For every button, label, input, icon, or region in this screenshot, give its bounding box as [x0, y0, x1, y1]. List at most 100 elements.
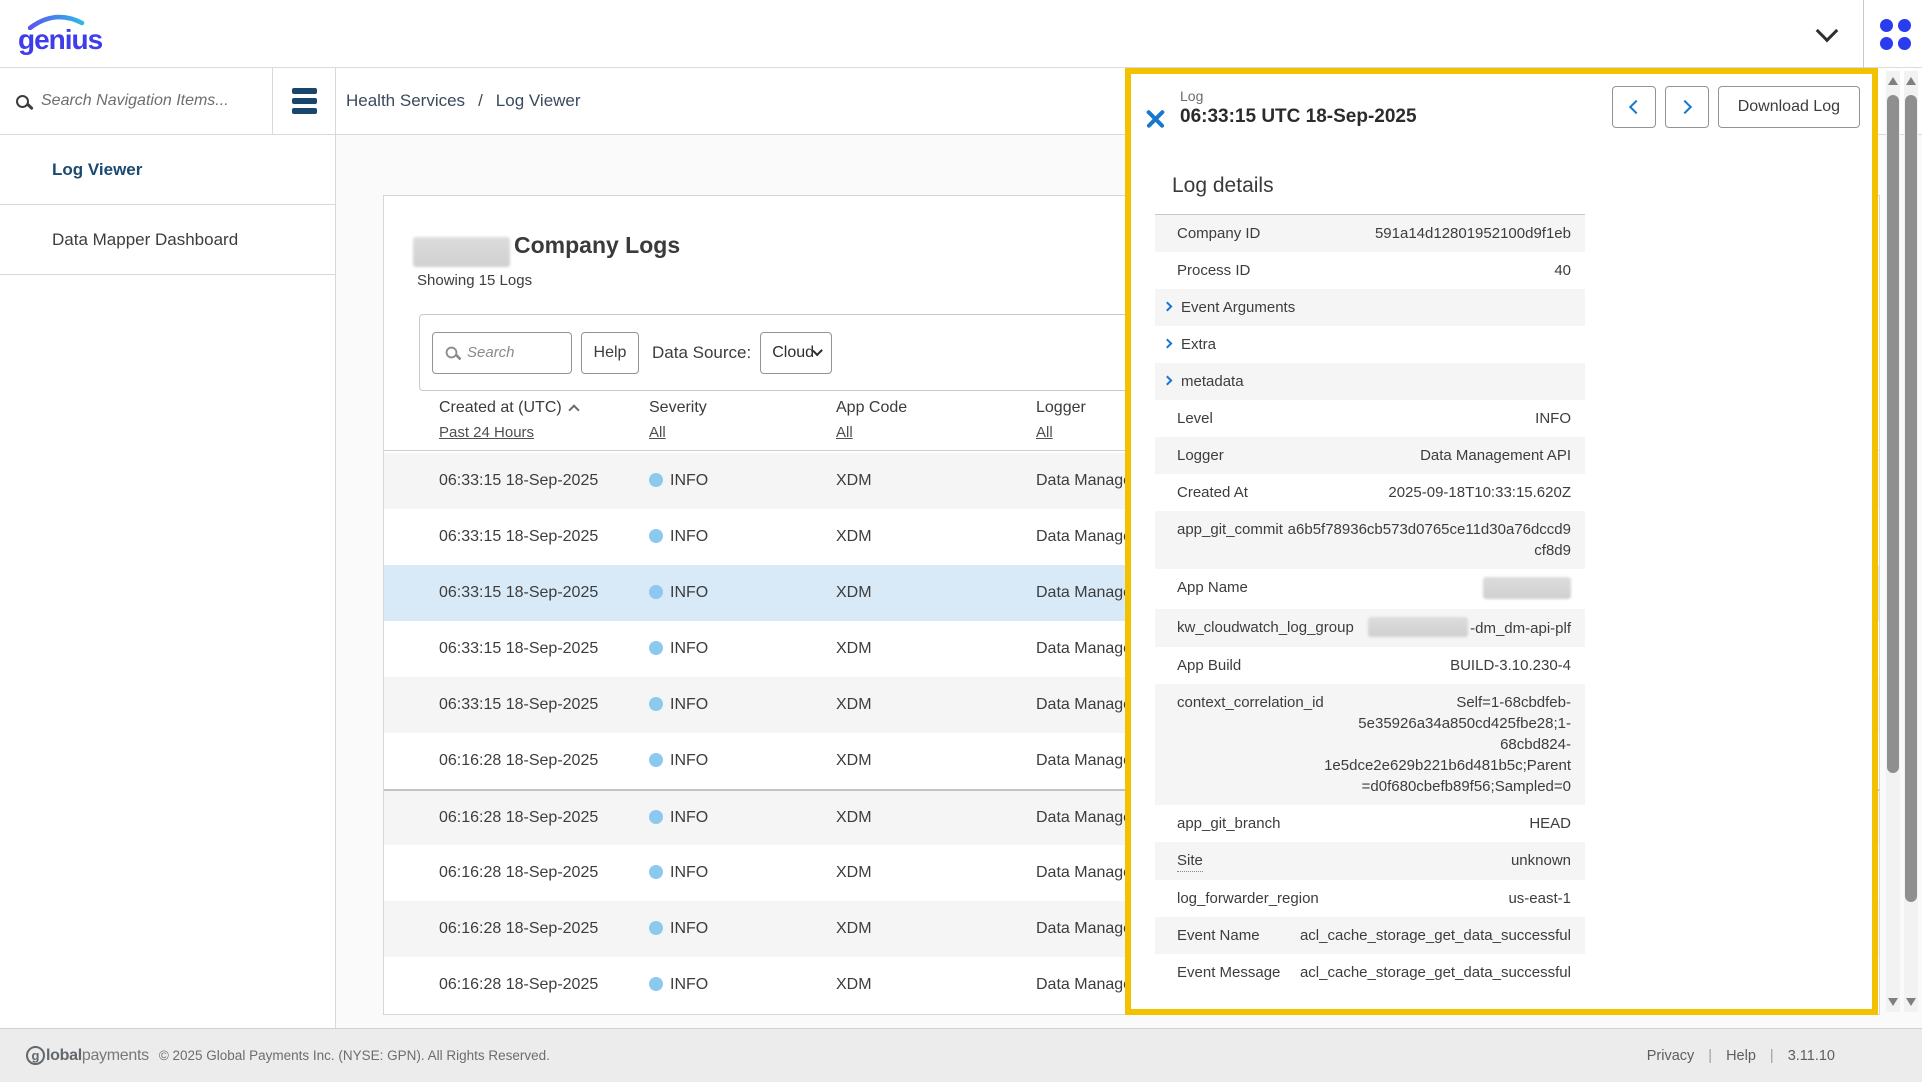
detail-label: app_git_commit	[1177, 519, 1283, 540]
expand-chevron-icon	[1163, 302, 1173, 312]
nav-search-box	[0, 68, 273, 134]
severity-info-dot-icon	[649, 529, 663, 543]
detail-label: Event Message	[1177, 962, 1280, 983]
detail-row: Company ID591a14d12801952100d9f1eb	[1155, 215, 1585, 252]
table-search-box	[432, 332, 572, 374]
cell-severity: INFO	[649, 809, 708, 827]
globalpayments-logo: globalpayments	[26, 1046, 149, 1065]
results-count: Showing 15 Logs	[417, 272, 532, 289]
cell-app-code: XDM	[836, 864, 872, 882]
detail-value	[1483, 577, 1571, 601]
scrollbar-thumb[interactable]	[1887, 95, 1899, 773]
scroll-down-icon[interactable]	[1888, 998, 1898, 1006]
detail-value: HEAD	[1529, 813, 1571, 834]
sidebar-item-label: Log Viewer	[52, 160, 142, 180]
detail-row: app_git_branchHEAD	[1155, 805, 1585, 842]
cell-app-code: XDM	[836, 976, 872, 994]
app-grid-icon[interactable]	[1880, 19, 1911, 50]
detail-value: acl_cache_storage_get_data_successful	[1300, 962, 1571, 983]
inner-scrollbar[interactable]	[1886, 71, 1900, 1012]
breadcrumb-log-viewer[interactable]: Log Viewer	[496, 91, 581, 111]
genius-logo: genius	[18, 12, 108, 56]
copyright-text: © 2025 Global Payments Inc. (NYSE: GPN).…	[159, 1048, 550, 1063]
detail-value: unknown	[1511, 850, 1571, 871]
severity-info-dot-icon	[649, 865, 663, 879]
scrollbar-thumb[interactable]	[1905, 95, 1917, 902]
cell-app-code: XDM	[836, 809, 872, 827]
scroll-up-icon[interactable]	[1906, 77, 1916, 85]
outer-scrollbar[interactable]	[1904, 71, 1918, 1012]
cell-severity: INFO	[649, 752, 708, 770]
cell-severity: INFO	[649, 640, 708, 658]
filter-logger[interactable]: All	[1036, 424, 1053, 441]
sidebar-toggle-button[interactable]	[273, 68, 335, 134]
filter-app-code[interactable]: All	[836, 424, 853, 441]
detail-label: kw_cloudwatch_log_group	[1177, 617, 1354, 638]
close-icon[interactable]	[1145, 108, 1167, 130]
cell-created-at: 06:33:15 18-Sep-2025	[439, 472, 598, 490]
detail-row[interactable]: Extra	[1155, 326, 1585, 363]
sidebar-item-data-mapper-dashboard[interactable]: Data Mapper Dashboard	[0, 205, 335, 275]
detail-value: -dm_dm-api-plf	[1368, 617, 1571, 639]
app-header: genius	[0, 0, 1922, 68]
cell-app-code: XDM	[836, 528, 872, 546]
detail-row: Event Nameacl_cache_storage_get_data_suc…	[1155, 917, 1585, 954]
cell-app-code: XDM	[836, 472, 872, 490]
column-created-at[interactable]: Created at (UTC)	[439, 399, 578, 417]
previous-log-button[interactable]	[1612, 86, 1656, 128]
redacted-company-name	[413, 237, 510, 267]
cell-severity: INFO	[649, 472, 708, 490]
footer-separator: |	[1708, 1048, 1712, 1064]
detail-row[interactable]: Event Arguments	[1155, 289, 1585, 326]
data-source-select[interactable]: Cloud	[760, 332, 832, 374]
filter-severity[interactable]: All	[649, 424, 666, 441]
sidebar-item-label: Data Mapper Dashboard	[52, 230, 238, 250]
sidebar-item-log-viewer[interactable]: Log Viewer	[0, 135, 335, 205]
profile-chevron-down-icon[interactable]	[1816, 20, 1839, 43]
detail-row[interactable]: metadata	[1155, 363, 1585, 400]
detail-value: Data Management API	[1420, 445, 1571, 466]
column-logger[interactable]: Logger	[1036, 399, 1086, 417]
logo-g-ring: g	[26, 1046, 45, 1065]
download-log-button[interactable]: Download Log	[1718, 86, 1860, 128]
detail-value: 591a14d12801952100d9f1eb	[1375, 223, 1571, 244]
nav-search-input[interactable]	[41, 92, 256, 110]
detail-row: context_correlation_idSelf=1-68cbdfeb-5e…	[1155, 684, 1585, 805]
header-divider	[1863, 0, 1864, 68]
data-source-label: Data Source:	[652, 343, 751, 363]
detail-label: Site	[1177, 850, 1203, 872]
log-details-table: Company ID591a14d12801952100d9f1ebProces…	[1155, 214, 1585, 991]
cell-severity: INFO	[649, 920, 708, 938]
scroll-down-icon[interactable]	[1906, 998, 1916, 1006]
column-app-code[interactable]: App Code	[836, 399, 907, 417]
detail-row: App Build BUILD-3.10.230-4	[1155, 647, 1585, 684]
table-search-input[interactable]	[467, 344, 562, 361]
detail-label: App Build	[1177, 655, 1241, 676]
severity-info-dot-icon	[649, 810, 663, 824]
detail-label: Event Name	[1177, 925, 1260, 946]
detail-label: App Name	[1177, 577, 1248, 598]
privacy-link[interactable]: Privacy	[1647, 1048, 1695, 1064]
detail-row: Event Message acl_cache_storage_get_data_…	[1155, 954, 1585, 991]
help-button[interactable]: Help	[581, 332, 639, 374]
detail-row: kw_cloudwatch_log_group -dm_dm-api-plf	[1155, 609, 1585, 647]
cell-severity: INFO	[649, 864, 708, 882]
next-log-button[interactable]	[1665, 86, 1709, 128]
filter-created-at[interactable]: Past 24 Hours	[439, 424, 534, 441]
detail-row: app_git_commita6b5f78936cb573d0765ce11d3…	[1155, 511, 1585, 569]
detail-row: App Name	[1155, 569, 1585, 609]
breadcrumb-health-services[interactable]: Health Services	[346, 91, 465, 111]
column-severity[interactable]: Severity	[649, 399, 707, 417]
cell-app-code: XDM	[836, 584, 872, 602]
cell-created-at: 06:16:28 18-Sep-2025	[439, 976, 598, 994]
cell-severity: INFO	[649, 976, 708, 994]
detail-label: Logger	[1177, 445, 1224, 466]
detail-value: BUILD-3.10.230-4	[1450, 655, 1571, 676]
help-link[interactable]: Help	[1726, 1048, 1756, 1064]
detail-label: Created At	[1177, 482, 1248, 503]
cell-created-at: 06:33:15 18-Sep-2025	[439, 696, 598, 714]
detail-value: us-east-1	[1508, 888, 1571, 909]
scroll-up-icon[interactable]	[1888, 77, 1898, 85]
severity-info-dot-icon	[649, 697, 663, 711]
chevron-left-icon	[1629, 100, 1643, 114]
